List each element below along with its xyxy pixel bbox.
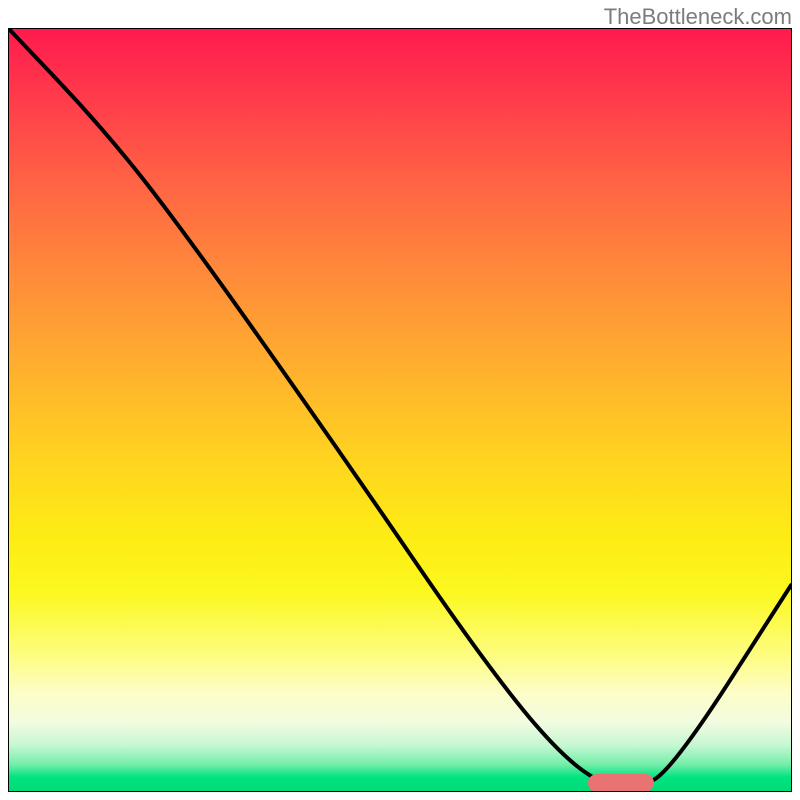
- chart-frame: TheBottleneck.com: [0, 0, 800, 800]
- chart-border: [8, 28, 792, 792]
- watermark-text: TheBottleneck.com: [604, 4, 792, 30]
